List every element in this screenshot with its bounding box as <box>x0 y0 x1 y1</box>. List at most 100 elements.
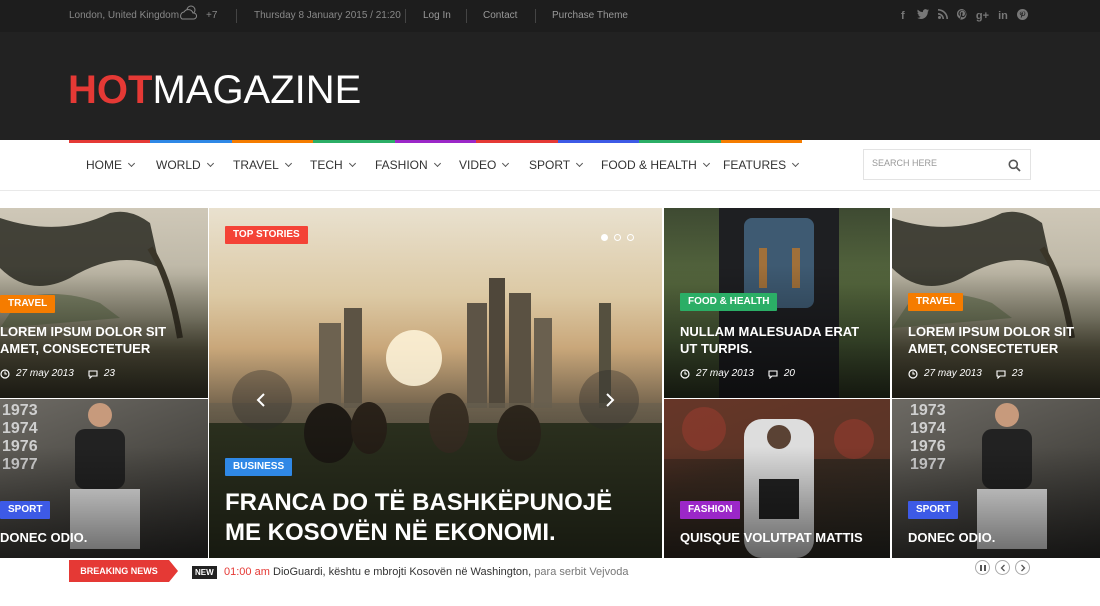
tile-date: 27 may 2013 <box>924 368 982 379</box>
ticker-pause-button[interactable] <box>975 560 990 575</box>
chevron-right-icon <box>606 393 615 407</box>
breaking-headline-rest: para serbit Vejvoda <box>531 566 629 578</box>
clock-icon <box>908 368 918 379</box>
site-header: HOTMAGAZINE <box>0 32 1100 140</box>
breaking-time: 01:00 am <box>224 566 270 578</box>
breaking-news-label: BREAKING NEWS <box>69 560 178 582</box>
featured-tile-sport-2[interactable]: 1973 1974 1976 1977 SPORT DONEC ODIO. <box>892 399 1100 558</box>
new-badge: NEW <box>192 566 217 579</box>
nav-label: TRAVEL <box>233 158 279 172</box>
nav-item-food-health[interactable]: FOOD & HEALTH <box>601 158 710 172</box>
tile-title[interactable]: LOREM IPSUM DOLOR SIT AMET, CONSECTETUER <box>0 323 205 357</box>
divider <box>405 9 406 23</box>
slider-dot[interactable] <box>601 234 608 241</box>
date-time-text: Thursday 8 January 2015 / 21:20 <box>254 10 401 21</box>
tile-meta: 27 may 2013 23 <box>908 368 1023 379</box>
category-badge[interactable]: TRAVEL <box>908 293 964 311</box>
facebook-icon[interactable]: f <box>898 9 908 24</box>
nav-item-video[interactable]: VIDEO <box>459 158 510 172</box>
site-logo[interactable]: HOTMAGAZINE <box>68 68 361 112</box>
nav-item-travel[interactable]: TRAVEL <box>233 158 292 172</box>
featured-tile-food-health[interactable]: FOOD & HEALTH NULLAM MALESUADA ERAT UT T… <box>664 208 890 398</box>
slider-next-button[interactable] <box>579 370 639 430</box>
divider <box>466 9 467 23</box>
slider-title[interactable]: FRANCA DO TË BASHKËPUNOJË ME KOSOVËN NË … <box>225 488 645 548</box>
category-badge[interactable]: FOOD & HEALTH <box>680 293 778 311</box>
chevron-down-icon <box>348 159 356 168</box>
tile-date: 27 may 2013 <box>696 368 754 379</box>
nav-item-fashion[interactable]: FASHION <box>375 158 441 172</box>
linkedin-icon[interactable]: in <box>998 9 1008 24</box>
chevron-right-icon <box>1021 564 1026 572</box>
chevron-down-icon <box>284 159 292 168</box>
featured-tile-travel[interactable]: TRAVEL LOREM IPSUM DOLOR SIT AMET, CONSE… <box>0 208 208 398</box>
chevron-down-icon <box>206 159 214 168</box>
pause-icon <box>980 565 986 571</box>
tile-meta: 27 may 2013 23 <box>0 368 115 379</box>
category-badge[interactable]: BUSINESS <box>225 458 293 476</box>
search-icon[interactable] <box>1008 159 1021 172</box>
pinterest-icon[interactable] <box>1017 9 1028 24</box>
comment-icon <box>88 369 98 379</box>
search-input[interactable] <box>872 158 1002 168</box>
chevron-down-icon <box>127 159 136 168</box>
slider-dots <box>601 234 634 241</box>
nav-item-tech[interactable]: TECH <box>310 158 356 172</box>
tile-title[interactable]: DONEC ODIO. <box>908 529 1098 546</box>
category-badge[interactable]: FASHION <box>680 501 741 519</box>
tile-comments: 23 <box>1011 368 1023 379</box>
featured-tile-sport[interactable]: 1973 1974 1976 1977 SPORT DONEC ODIO. <box>0 399 208 558</box>
ticker-prev-button[interactable] <box>995 560 1010 575</box>
clock-icon <box>680 368 690 379</box>
nav-color-strip <box>69 140 802 143</box>
google-plus-icon[interactable]: g+ <box>976 9 989 24</box>
logo-hot: HOT <box>68 68 153 112</box>
nav-label: VIDEO <box>459 158 497 172</box>
tile-title[interactable]: QUISQUE VOLUTPAT MATTIS <box>680 529 885 546</box>
rss-icon[interactable] <box>937 9 948 24</box>
pinterest-icon[interactable] <box>956 8 967 24</box>
login-link[interactable]: Log In <box>423 0 451 32</box>
tile-title[interactable]: DONEC ODIO. <box>0 529 205 546</box>
comment-icon <box>768 369 778 379</box>
chevron-down-icon <box>792 159 800 168</box>
nav-label: WORLD <box>156 158 201 172</box>
tile-title[interactable]: LOREM IPSUM DOLOR SIT AMET, CONSECTETUER <box>908 323 1098 357</box>
location-text: London, United Kingdom <box>69 10 180 21</box>
logo-magazine: MAGAZINE <box>152 68 362 112</box>
tile-date: 27 may 2013 <box>16 368 74 379</box>
nav-item-world[interactable]: WORLD <box>156 158 214 172</box>
nav-label: HOME <box>86 158 122 172</box>
top-stories-badge[interactable]: TOP STORIES <box>225 226 308 244</box>
category-badge[interactable]: SPORT <box>0 501 51 519</box>
chevron-down-icon <box>502 159 510 168</box>
category-badge[interactable]: TRAVEL <box>0 295 56 313</box>
nav-label: FEATURES <box>723 158 787 172</box>
featured-tile-fashion[interactable]: FASHION QUISQUE VOLUTPAT MATTIS <box>664 399 890 558</box>
nav-item-features[interactable]: FEATURES <box>723 158 800 172</box>
twitter-icon[interactable] <box>916 9 929 24</box>
social-links: f g+ in <box>898 8 1028 24</box>
search-box <box>863 149 1031 180</box>
temperature-text: +7 <box>206 10 218 21</box>
clock-icon <box>0 368 10 379</box>
slider-dot[interactable] <box>614 234 621 241</box>
slider-prev-button[interactable] <box>232 370 292 430</box>
tile-title[interactable]: NULLAM MALESUADA ERAT UT TURPIS. <box>680 323 880 357</box>
chevron-down-icon <box>576 159 584 168</box>
breaking-news-bar: BREAKING NEWS NEW 01:00 am DioGuardi, kë… <box>0 558 1100 606</box>
ticker-next-button[interactable] <box>1015 560 1030 575</box>
chevron-left-icon <box>256 393 265 407</box>
breaking-headline: DioGuardi, kështu e mbrojti Kosovën në W… <box>273 566 532 578</box>
slider-dot[interactable] <box>627 234 634 241</box>
featured-tile-travel-2[interactable]: TRAVEL LOREM IPSUM DOLOR SIT AMET, CONSE… <box>892 208 1100 398</box>
nav-item-sport[interactable]: SPORT <box>529 158 584 172</box>
top-bar: London, United Kingdom +7 Thursday 8 Jan… <box>0 0 1100 32</box>
contact-link[interactable]: Contact <box>483 0 517 32</box>
divider <box>236 9 237 23</box>
breaking-headline-link[interactable]: DioGuardi, kështu e mbrojti Kosovën në W… <box>273 566 628 578</box>
nav-label: TECH <box>310 158 343 172</box>
purchase-theme-link[interactable]: Purchase Theme <box>552 0 628 32</box>
nav-item-home[interactable]: HOME <box>86 158 136 172</box>
category-badge[interactable]: SPORT <box>908 501 959 519</box>
